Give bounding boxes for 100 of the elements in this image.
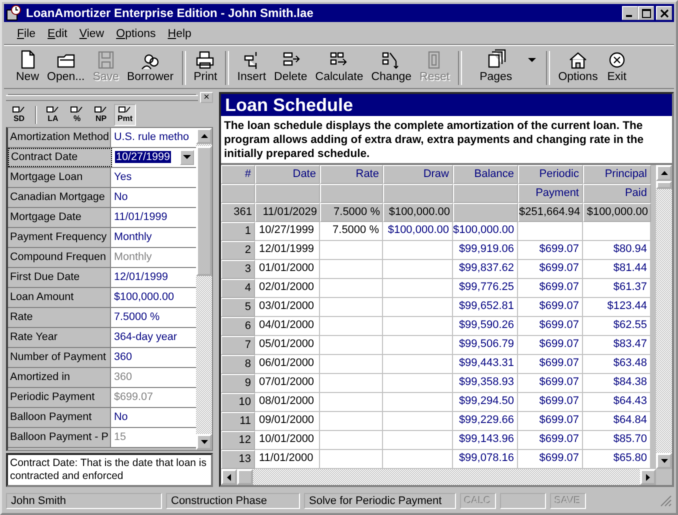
window-title: LoanAmortizer Enterprise Edition - John Smith.lae [26, 6, 314, 20]
table-cell: 01/01/2000 [255, 260, 320, 279]
column-header: Periodic [518, 165, 583, 184]
table-cell: 10/01/2000 [255, 431, 320, 450]
table-cell: 11/01/2029 [255, 203, 320, 222]
property-value[interactable]: No [111, 188, 196, 207]
table-cell: 07/01/2000 [255, 374, 320, 393]
property-value[interactable]: 364-day year [111, 328, 196, 347]
property-value[interactable]: 7.5000 % [111, 308, 196, 327]
toolbar-button[interactable]: Options [554, 48, 602, 88]
tool-label: NP [95, 114, 107, 123]
table-cell: $251,664.94 [518, 203, 583, 222]
menu-item[interactable]: Help [162, 28, 196, 40]
table-cell: $699.07 [518, 450, 583, 469]
table-cell: $123.44 [583, 298, 651, 317]
tool-button[interactable]: SD [8, 104, 30, 126]
table-cell: $63.48 [583, 355, 651, 374]
table-cell: $99,294.50 [453, 393, 518, 412]
dropdown-arrow-icon [183, 154, 191, 160]
property-value[interactable]: $100,000.00 [111, 288, 196, 307]
down-arrow-icon [660, 459, 668, 463]
column-header: # [221, 165, 255, 184]
pen-note-icon [70, 106, 84, 114]
scroll-thumb[interactable] [656, 181, 672, 189]
pen-note-icon [118, 106, 132, 114]
column-header: Date [255, 165, 320, 184]
table-cell: $100,000.00 [383, 203, 453, 222]
table-cell: $64.84 [583, 412, 651, 431]
table-cell: 7.5000 % [320, 203, 383, 222]
row-header: 4 [221, 279, 255, 298]
tool-button[interactable]: NP [90, 104, 112, 126]
table-cell: $62.55 [583, 317, 651, 336]
property-value[interactable]: 11/01/1999 [111, 208, 196, 227]
panel-grip[interactable] [6, 94, 198, 100]
toolbar-button[interactable]: Print [190, 48, 222, 88]
scroll-thumb[interactable] [237, 469, 253, 485]
right-arrow-icon [646, 474, 650, 480]
toolbar-button[interactable]: Calculate [311, 48, 368, 88]
horizontal-scrollbar[interactable] [221, 469, 656, 485]
table-cell: $61.37 [583, 279, 651, 298]
table-cell: $80.94 [583, 241, 651, 260]
table-cell: $699.07 [518, 260, 583, 279]
tool-button[interactable]: % [66, 104, 88, 126]
table-cell: $699.07 [518, 355, 583, 374]
property-value[interactable]: U.S. rule metho [111, 128, 196, 147]
table-cell: $99,837.62 [453, 260, 518, 279]
scroll-thumb[interactable] [196, 146, 212, 276]
toolbar-button[interactable]: Exit [602, 48, 632, 88]
row-header: 6 [221, 317, 255, 336]
menu-item[interactable]: Edit [42, 28, 72, 40]
table-cell: $699.07 [518, 412, 583, 431]
row-header: 7 [221, 336, 255, 355]
column-header: Draw [383, 165, 453, 184]
table-cell: $99,919.06 [453, 241, 518, 260]
pen-note-icon [94, 106, 108, 114]
menu-item[interactable]: View [74, 28, 110, 40]
row-header: 2 [221, 241, 255, 260]
table-cell: 11/01/2000 [255, 450, 320, 469]
table-cell: 7.5000 % [320, 222, 383, 241]
table-cell: $699.07 [518, 393, 583, 412]
table-cell: 03/01/2000 [255, 298, 320, 317]
table-cell: 09/01/2000 [255, 412, 320, 431]
toolbar-button[interactable]: New [12, 48, 44, 88]
toolbar-button[interactable]: Borrower [122, 48, 178, 88]
property-value[interactable]: 12/01/1999 [111, 268, 196, 287]
resize-grip-icon [660, 495, 672, 507]
tool-label: Pmt [117, 114, 133, 123]
toolbar-button[interactable]: Delete [270, 48, 312, 88]
property-value[interactable]: Yes [111, 168, 196, 187]
up-arrow-icon [200, 134, 208, 138]
panel-close-button[interactable]: × [200, 92, 213, 103]
row-header: 5 [221, 298, 255, 317]
close-button[interactable] [656, 6, 672, 20]
maximize-button[interactable] [638, 6, 654, 20]
table-cell: $699.07 [518, 298, 583, 317]
tool-button[interactable]: LA [42, 104, 64, 126]
scrollbar[interactable] [196, 128, 212, 450]
date-dropdown[interactable]: 10/27/1999 [112, 148, 196, 167]
property-value[interactable]: Monthly [111, 228, 196, 247]
page-description: The loan schedule displays the complete amortization of the current loan. The program allows adding of extra draw, extra payments and changing rate in the initially prepared schedule. [223, 119, 645, 162]
toolbar-button[interactable]: Insert [233, 48, 270, 88]
toolbar-button[interactable]: Change [367, 48, 416, 88]
row-header: 9 [221, 374, 255, 393]
toolbar-button[interactable]: Open... [43, 48, 89, 88]
down-arrow-icon [200, 440, 208, 444]
menu-item[interactable]: File [12, 28, 41, 40]
property-value[interactable]: No [111, 408, 196, 427]
tool-button[interactable]: Pmt [114, 104, 136, 126]
tool-label: % [73, 114, 81, 123]
table-cell: 05/01/2000 [255, 336, 320, 355]
menu-item[interactable]: Options [111, 28, 161, 40]
toolbar-button[interactable]: Pages [466, 48, 542, 88]
table-cell: $699.07 [518, 241, 583, 260]
table-cell: 12/01/1999 [255, 241, 320, 260]
minimize-button[interactable] [622, 6, 638, 20]
table-cell: 08/01/2000 [255, 393, 320, 412]
selected-value: 10/27/1999 [115, 151, 172, 164]
table-cell: $65.80 [583, 450, 651, 469]
property-value[interactable]: 360 [111, 348, 196, 367]
scrollbar[interactable] [656, 165, 672, 469]
